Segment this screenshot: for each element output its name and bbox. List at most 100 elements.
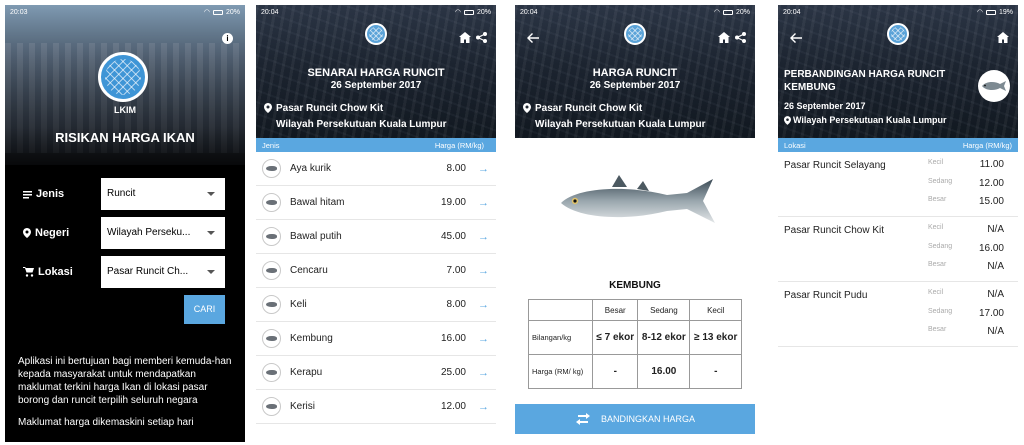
table-header: Lokasi Harga (RM/kg) [778,138,1018,152]
col-harga: Harga (RM/kg) [434,140,484,150]
chevron-down-icon [207,192,215,196]
fish-icon [262,261,281,280]
home-icon[interactable] [718,32,730,43]
list-icon [23,190,32,198]
battery-level: 20% [225,8,240,16]
wifi-icon: ◠ [203,9,210,16]
location-state: Wilayah Persekutuan Kuala Lumpur [276,119,447,130]
fish-thumbnail [978,70,1010,102]
status-time: 20:03 [10,8,28,16]
status-time: 20:04 [783,8,801,16]
jenis-label: Jenis [36,188,65,200]
list-item[interactable]: Keli 8.00 → [256,288,496,322]
size-price-table: Besar Sedang Kecil Bilangan/kg ≤ 7 ekor … [527,299,742,389]
wifi-icon: ◠ [454,9,461,16]
arrow-right-icon: → [478,196,489,209]
chevron-down-icon [207,270,215,274]
list-item[interactable]: Cencaru 7.00 → [256,254,496,288]
swap-arrows-icon [575,413,590,425]
list-item[interactable]: Aya kurik 8.00 → [256,152,496,186]
status-time: 20:04 [520,8,538,16]
list-item[interactable]: Kerisi 12.00 → [256,390,496,424]
lkim-logo [887,23,909,45]
market-name: Pasar Runcit Selayang [784,160,886,171]
location-market: Pasar Runcit Chow Kit [535,103,643,114]
status-bar: 20:03 ◠ 20% [5,5,245,19]
page-title: SENARAI HARGA RUNCIT [307,67,445,79]
fish-icon [262,295,281,314]
share-icon[interactable] [476,32,487,43]
list-item[interactable]: Kerapu 25.00 → [256,356,496,390]
chevron-down-icon [207,231,215,235]
cari-button[interactable]: CARI [184,295,225,324]
lokasi-select[interactable]: Pasar Runcit Ch... [101,256,225,288]
fish-list: Aya kurik 8.00 → Bawal hitam 19.00 → Bawal p… [256,152,496,424]
arrow-right-icon: → [478,264,489,277]
page-date: 26 September 2017 [589,80,681,91]
info-icon[interactable]: i [222,33,233,44]
location-state: Wilayah Persekutuan Kuala Lumpur [793,115,947,125]
negeri-label: Negeri [35,227,70,239]
market-name: Pasar Runcit Pudu [784,290,868,301]
col-lokasi: Lokasi [784,140,806,150]
jenis-row: Jenis Runcit [5,178,245,210]
lkim-logo [98,52,148,102]
header-banner: 20:04 ◠ 20% HARGA RUNCIT 26 September 201… [515,5,755,138]
battery-level: 20% [735,8,750,16]
status-time: 20:04 [261,8,279,16]
back-arrow-icon[interactable] [527,33,539,43]
back-arrow-icon[interactable] [790,33,802,43]
battery-level: 19% [998,8,1013,16]
kembung-fish-image [561,175,715,223]
status-bar: 20:04 ◠ 19% [778,5,1018,19]
lokasi-label: Lokasi [38,266,73,278]
page-date: 26 September 2017 [330,80,422,91]
home-icon[interactable] [997,32,1009,43]
market-list: Pasar Runcit Selayang Kecil 11.00 Sedang 1… [778,152,1018,347]
market-block: Pasar Runcit Pudu Kecil N/A Sedang 17.00 B… [778,282,1018,347]
location-pin-icon [264,103,272,113]
home-icon[interactable] [459,32,471,43]
arrow-right-icon: → [478,332,489,345]
market-block: Pasar Runcit Chow Kit Kecil N/A Sedang 16.… [778,217,1018,282]
battery-icon [212,9,223,15]
status-bar: 20:04 ◠ 20% [256,5,496,19]
app-description-more: Maklumat harga dikemaskini setiap hari [18,417,194,428]
share-icon[interactable] [735,32,746,43]
fish-icon [262,363,281,382]
list-item[interactable]: Bawal putih 45.00 → [256,220,496,254]
status-bar: 20:04 ◠ 20% [515,5,755,19]
page-title: PERBANDINGAN HARGA RUNCIT [784,69,946,80]
page-title: HARGA RUNCIT [592,67,678,79]
arrow-right-icon: → [478,162,489,175]
header-banner: 20:04 ◠ 20% SENARAI HARGA RUNCIT 26 Septe… [256,5,496,138]
shopping-cart-icon [23,267,34,277]
market-name: Pasar Runcit Chow Kit [784,225,885,236]
location-state: Wilayah Persekutuan Kuala Lumpur [535,119,706,130]
arrow-right-icon: → [478,366,489,379]
fish-detail-screen: 20:04 ◠ 20% HARGA RUNCIT 26 September 201… [515,5,755,442]
lkim-logo [624,23,646,45]
list-item[interactable]: Bawal hitam 19.00 → [256,186,496,220]
arrow-right-icon: → [478,400,489,413]
app-description: Aplikasi ini bertujuan bagi memberi kemu… [18,356,232,406]
header-banner: 20:04 ◠ 19% PERBANDINGAN HARGA RUNCIT KEM… [778,5,1018,138]
compare-price-button[interactable]: BANDINGKAN HARGA [515,404,755,434]
col-jenis: Jenis [262,140,280,150]
negeri-row: Negeri Wilayah Perseku... [5,217,245,249]
compare-screen: 20:04 ◠ 19% PERBANDINGAN HARGA RUNCIT KEM… [778,5,1018,442]
battery-icon [985,9,996,15]
arrow-right-icon: → [478,298,489,311]
fish-name: KEMBUNG [609,280,661,291]
location-pin-icon [784,116,791,125]
search-screen: 20:03 ◠ 20% i LKIM RISIKAN HARGA IKAN Jen… [5,5,245,442]
battery-icon [463,9,474,15]
list-item[interactable]: Kembung 16.00 → [256,322,496,356]
negeri-select[interactable]: Wilayah Perseku... [101,217,225,249]
logo-text: LKIM [114,105,136,115]
fish-icon [262,193,281,212]
location-pin-icon [523,103,531,113]
fish-icon [262,227,281,246]
jenis-select[interactable]: Runcit [101,178,225,210]
col-harga: Harga (RM/kg) [962,140,1012,150]
